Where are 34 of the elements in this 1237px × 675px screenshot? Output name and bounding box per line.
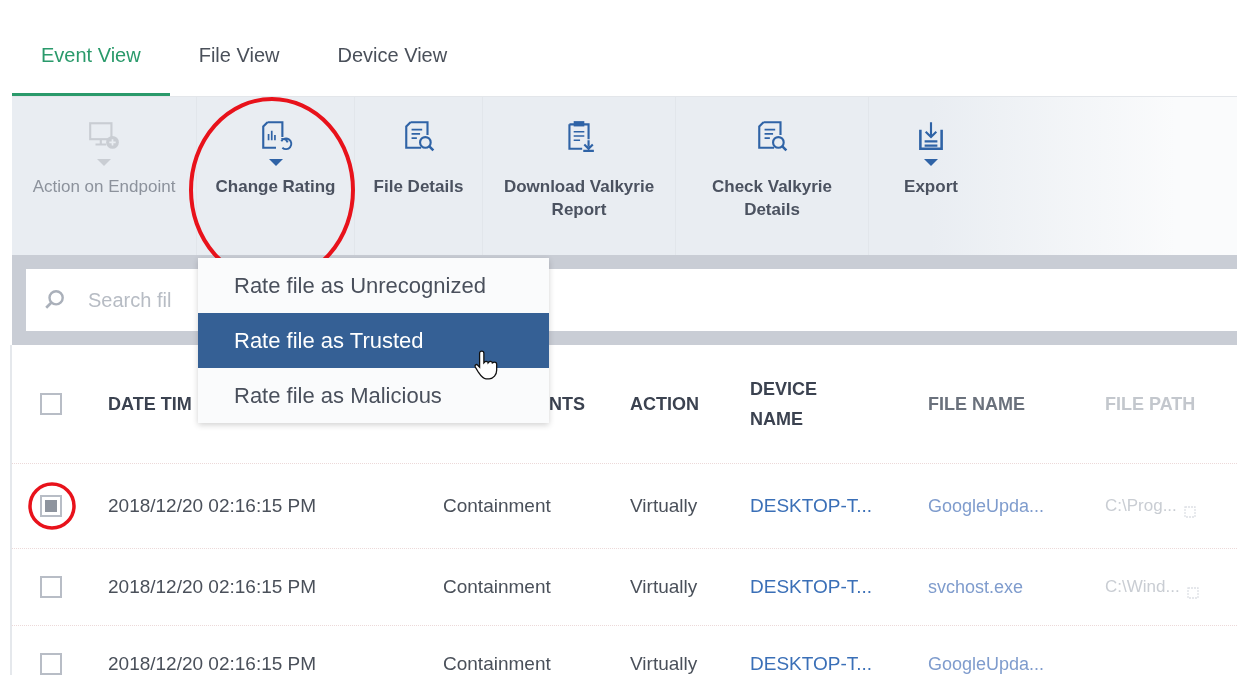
caret-icon — [268, 159, 283, 166]
view-tab[interactable]: Device View — [308, 30, 477, 96]
action-cell: Virtually — [630, 576, 698, 597]
column-header: ACTION — [630, 393, 699, 415]
event-cell: Containment — [443, 576, 551, 597]
search-icon — [44, 289, 66, 311]
date-time-cell: 2018/12/20 02:16:15 PM — [108, 576, 317, 597]
device-name-link[interactable]: DESKTOP-T... — [750, 576, 873, 597]
date-time-cell: 2018/12/20 02:16:15 PM — [108, 495, 317, 516]
column-header: DEVICE NAME — [750, 378, 819, 431]
hand-cursor-icon — [473, 349, 499, 381]
view-tab[interactable]: File View — [169, 30, 309, 96]
row-checkbox[interactable] — [40, 495, 62, 517]
document-search-icon — [755, 119, 789, 153]
column-header: NTS — [549, 393, 585, 415]
action-cell: Virtually — [630, 653, 698, 674]
column-header: FILE PATH — [1105, 393, 1196, 415]
device-name-link[interactable]: DESKTOP-T... — [750, 653, 873, 674]
copy-icon[interactable] — [1185, 585, 1200, 599]
menu-item[interactable]: Rate file as Malicious — [198, 368, 549, 423]
event-cell: Containment — [443, 653, 551, 674]
row-checkbox[interactable] — [40, 576, 62, 598]
column-header: DATE TIM — [108, 393, 192, 415]
device-name-link[interactable]: DESKTOP-T... — [750, 495, 873, 516]
select-all-checkbox[interactable] — [40, 393, 62, 415]
event-cell: Containment — [443, 495, 551, 516]
toolbar-button[interactable]: Export — [869, 97, 993, 255]
date-time-cell: 2018/12/20 02:16:15 PM — [108, 653, 317, 674]
caret-icon — [97, 159, 111, 166]
copy-icon[interactable] — [1182, 504, 1197, 518]
action-cell: Virtually — [630, 495, 698, 516]
column-header: FILE NAME — [928, 393, 1025, 415]
caret-icon — [924, 159, 938, 166]
row-checkbox[interactable] — [40, 653, 62, 675]
